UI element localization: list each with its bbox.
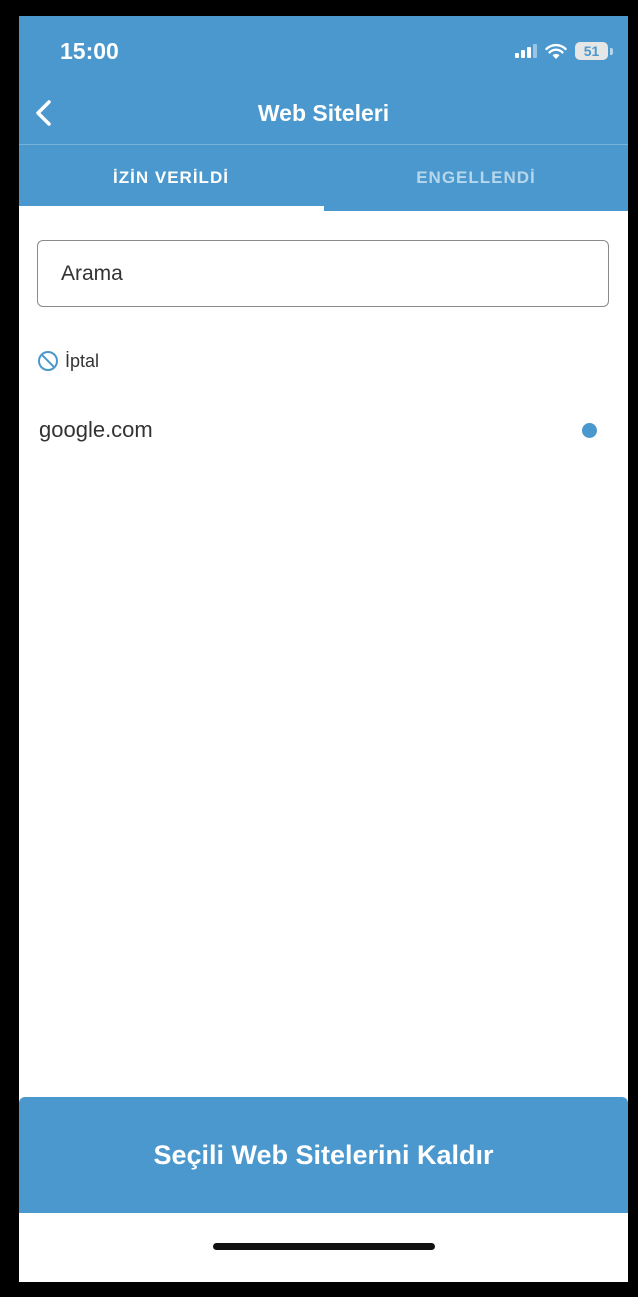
app-header: 15:00 51 Web Siteleri İZİN VERİLDİ ENGEL…	[19, 16, 628, 211]
site-list-item[interactable]: google.com	[19, 409, 628, 453]
status-icons: 51	[515, 40, 613, 62]
prohibited-icon	[38, 351, 58, 371]
wifi-icon	[545, 43, 567, 59]
search-box	[37, 240, 609, 307]
active-tab-indicator	[19, 206, 324, 211]
site-name: google.com	[39, 417, 153, 442]
phone-screen: 15:00 51 Web Siteleri İZİN VERİLDİ ENGEL…	[19, 16, 628, 1282]
cancel-button[interactable]: İptal	[37, 350, 99, 372]
cancel-label: İptal	[65, 350, 100, 371]
selected-indicator-dot	[582, 423, 597, 438]
page-title: Web Siteleri	[257, 100, 390, 126]
status-time: 15:00	[60, 38, 119, 64]
search-input[interactable]	[61, 261, 581, 286]
home-indicator[interactable]	[213, 1243, 435, 1250]
battery-icon: 51	[575, 42, 613, 60]
tab-allowed[interactable]: İZİN VERİLDİ	[19, 145, 323, 211]
remove-selected-sites-button[interactable]: Seçili Web Sitelerini Kaldır	[19, 1097, 628, 1213]
tab-blocked[interactable]: ENGELLENDİ	[324, 145, 628, 211]
signal-icon	[515, 44, 537, 58]
